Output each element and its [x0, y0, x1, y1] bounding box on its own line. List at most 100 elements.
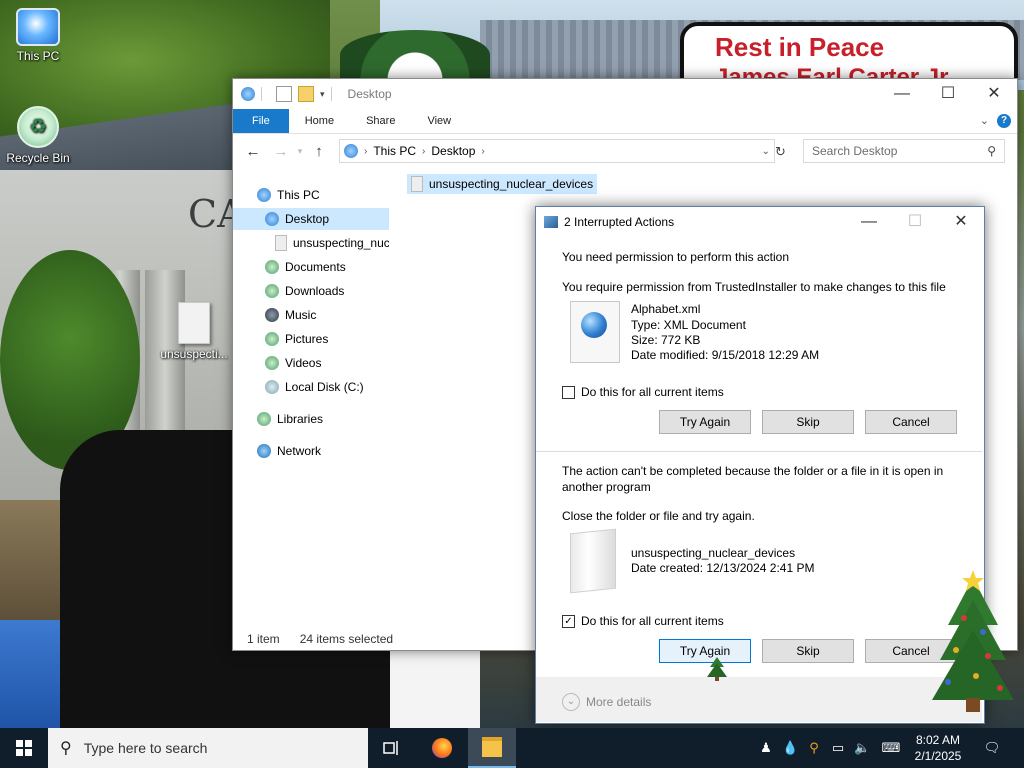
- back-button[interactable]: ←: [241, 143, 265, 160]
- properties-icon[interactable]: [276, 86, 292, 102]
- recent-locations-icon[interactable]: ▾: [293, 146, 307, 157]
- apply-to-all-checkbox[interactable]: Do this for all current items: [562, 385, 724, 399]
- cancel-button[interactable]: Cancel: [865, 410, 957, 434]
- skip-button[interactable]: Skip: [762, 410, 854, 434]
- file-icon: [411, 176, 423, 192]
- system-clock[interactable]: 8:02 AM 2/1/2025: [910, 732, 966, 764]
- file-icon: [178, 302, 210, 344]
- dialog-title: 2 Interrupted Actions: [564, 215, 675, 229]
- address-row: ← → ▾ ↑ › This PC › Desktop › ⌄ ↻ Search…: [233, 134, 1017, 168]
- maximize-button[interactable]: ☐: [892, 207, 938, 237]
- notifications-icon[interactable]: 🗨: [982, 740, 1002, 756]
- file-list-item[interactable]: unsuspecting_nuclear_devices: [407, 174, 598, 194]
- globe-icon: [581, 312, 607, 338]
- nav-item-label: Downloads: [285, 284, 345, 298]
- folder-icon: [275, 235, 287, 251]
- keyboard-icon[interactable]: ⌨: [880, 740, 902, 756]
- tab-file[interactable]: File: [233, 109, 289, 133]
- desktop-icon-this-pc[interactable]: This PC: [0, 8, 76, 63]
- expand-ribbon-icon[interactable]: ⌄: [980, 109, 989, 133]
- try-again-button[interactable]: Try Again: [659, 639, 751, 663]
- network-icon[interactable]: ▭: [830, 740, 846, 756]
- address-dropdown-icon[interactable]: ⌄: [762, 146, 774, 157]
- more-details-toggle[interactable]: ⌄ More details: [562, 693, 651, 711]
- windows-logo-icon: [16, 740, 32, 756]
- minimize-button[interactable]: —: [879, 79, 925, 109]
- tab-share[interactable]: Share: [350, 109, 411, 133]
- memorial-sign-subtitle: James Earl Carter Jr.: [715, 64, 954, 78]
- checkbox-box: [562, 385, 575, 399]
- chevron-down-icon: ⌄: [562, 693, 580, 711]
- clock-date: 2/1/2025: [914, 749, 962, 763]
- desktop-icon-folder[interactable]: unsuspecti...: [156, 302, 232, 361]
- nav-item-pictures[interactable]: Pictures: [265, 328, 328, 350]
- file-modified: Date modified: 9/15/2018 12:29 AM: [631, 348, 820, 362]
- dialog-titlebar: 2 Interrupted Actions — ☐ ✕: [536, 207, 984, 237]
- qat-dropdown-icon[interactable]: ▾: [320, 89, 325, 100]
- nav-item-label: Documents: [285, 260, 346, 274]
- permission-heading: You need permission to perform this acti…: [562, 250, 790, 264]
- permission-message: You require permission from TrustedInsta…: [562, 280, 946, 294]
- nav-item-local-disk[interactable]: Local Disk (C:): [265, 376, 364, 398]
- search-input[interactable]: Search Desktop ⚲: [803, 139, 1005, 163]
- task-view-button[interactable]: [368, 728, 416, 768]
- breadcrumb-this-pc[interactable]: This PC: [367, 144, 422, 158]
- taskbar-app-firefox[interactable]: [418, 728, 466, 768]
- pictures-icon: [265, 332, 279, 346]
- breadcrumb-desktop[interactable]: Desktop: [425, 144, 481, 158]
- taskbar-search-box[interactable]: ⚲ Type here to search: [48, 728, 368, 768]
- forward-button[interactable]: →: [269, 143, 293, 160]
- this-pc-icon: [344, 144, 358, 158]
- droplet-icon[interactable]: 💧: [782, 740, 798, 756]
- help-icon[interactable]: ?: [997, 114, 1011, 128]
- nav-item-videos[interactable]: Videos: [265, 352, 321, 374]
- nav-item-label: This PC: [277, 188, 320, 202]
- nav-item-unsuspecting-folder[interactable]: unsuspecting_nuc: [275, 232, 389, 254]
- minimize-button[interactable]: —: [846, 207, 892, 237]
- new-folder-icon[interactable]: [298, 86, 314, 102]
- interrupted-actions-dialog: 2 Interrupted Actions — ☐ ✕ You need per…: [535, 206, 985, 724]
- search-placeholder: Type here to search: [83, 740, 208, 756]
- tab-home[interactable]: Home: [289, 109, 350, 133]
- people-icon[interactable]: ♟: [758, 740, 774, 756]
- network-icon: [257, 444, 271, 458]
- documents-icon: [265, 260, 279, 274]
- wallpaper-wreath: [340, 30, 490, 80]
- nav-item-documents[interactable]: Documents: [265, 256, 346, 278]
- nav-item-network[interactable]: Network: [257, 440, 321, 462]
- apply-to-all-checkbox[interactable]: ✓ Do this for all current items: [562, 614, 724, 628]
- nav-item-libraries[interactable]: Libraries: [257, 408, 323, 430]
- skip-button[interactable]: Skip: [762, 639, 854, 663]
- up-button[interactable]: ↑: [307, 143, 331, 160]
- nav-item-this-pc[interactable]: This PC: [257, 184, 320, 206]
- refresh-icon[interactable]: ↻: [775, 144, 786, 160]
- try-again-button[interactable]: Try Again: [659, 410, 751, 434]
- key-icon[interactable]: ⚲: [806, 740, 822, 756]
- checkbox-label: Do this for all current items: [581, 614, 724, 628]
- close-button[interactable]: ✕: [971, 79, 1017, 109]
- drive-icon: [265, 380, 279, 394]
- window-icon: [241, 87, 255, 101]
- tree-cursor-icon: [707, 657, 727, 681]
- search-icon: ⚲: [987, 144, 996, 158]
- xml-file-icon: [570, 301, 620, 363]
- this-pc-icon: [257, 188, 271, 202]
- desktop-icon-recycle-bin[interactable]: ♻ Recycle Bin: [0, 106, 76, 165]
- divider: [261, 87, 262, 101]
- explorer-titlebar: ▾ Desktop — ☐ ✕: [233, 79, 1017, 109]
- file-name: Alphabet.xml: [631, 302, 701, 316]
- tab-view[interactable]: View: [411, 109, 467, 133]
- libraries-icon: [257, 412, 271, 426]
- close-button[interactable]: ✕: [938, 207, 984, 237]
- nav-item-desktop[interactable]: Desktop: [233, 208, 389, 230]
- nav-item-music[interactable]: Music: [265, 304, 316, 326]
- address-bar[interactable]: › This PC › Desktop › ⌄: [339, 139, 775, 163]
- taskbar-app-file-explorer[interactable]: [468, 728, 516, 768]
- more-details-label: More details: [586, 695, 652, 709]
- desktop-icon: [265, 212, 279, 226]
- start-button[interactable]: [0, 728, 48, 768]
- volume-icon[interactable]: 🔈: [854, 740, 870, 756]
- maximize-button[interactable]: ☐: [925, 79, 971, 109]
- nav-item-downloads[interactable]: Downloads: [265, 280, 344, 302]
- desktop-icon-label: This PC: [16, 49, 60, 63]
